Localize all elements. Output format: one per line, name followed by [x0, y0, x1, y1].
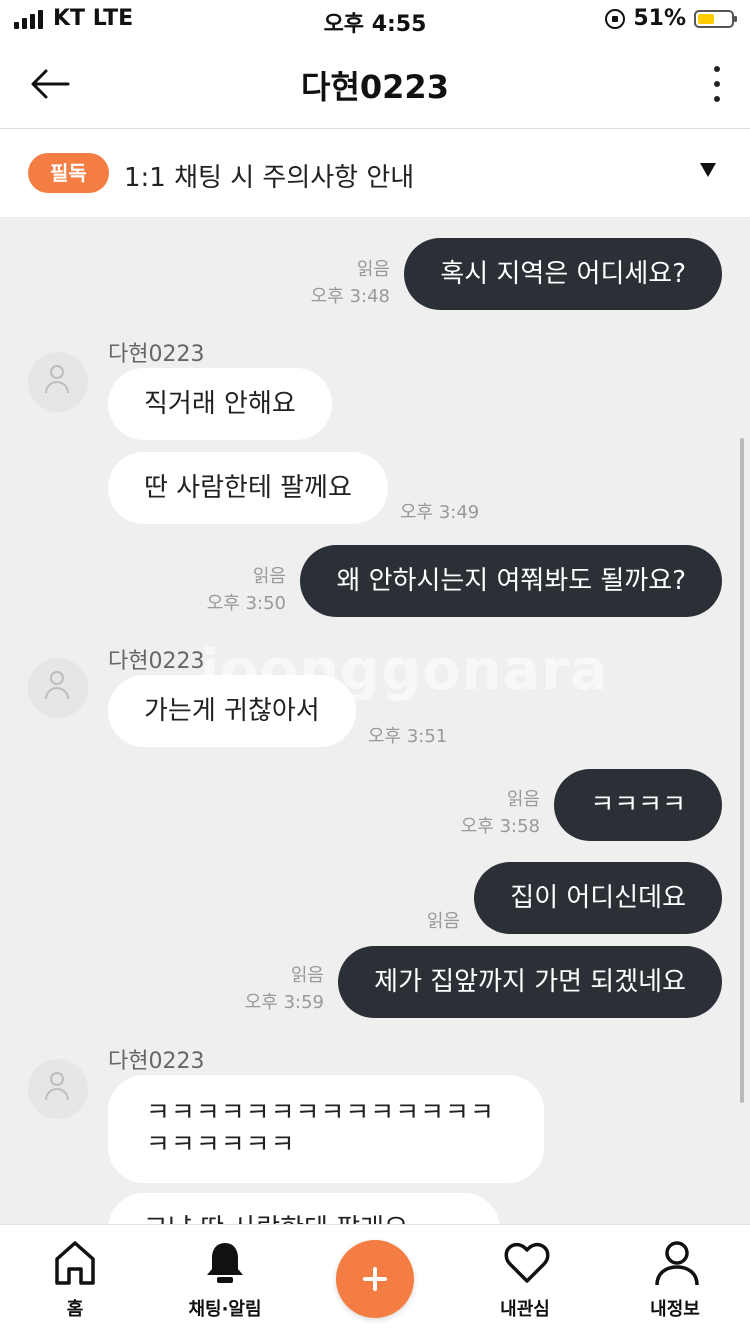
notice-badge: 필독 — [28, 153, 109, 193]
message-time: 오후 3:59 — [244, 992, 324, 1013]
avatar[interactable] — [28, 658, 88, 718]
my-message-bubble: 혹시 지역은 어디세요? — [404, 238, 722, 310]
user-icon — [50, 671, 64, 685]
tab-my-info[interactable]: 내정보 — [600, 1225, 750, 1335]
more-options-button[interactable] — [702, 62, 732, 106]
avatar[interactable] — [28, 1059, 88, 1119]
tab-home[interactable]: 홈 — [0, 1225, 150, 1335]
tab-favorites[interactable]: 내관심 — [450, 1225, 600, 1335]
read-status: 읽음 — [290, 965, 324, 986]
home-icon — [55, 1241, 95, 1285]
message-time: 오후 3:49 — [400, 502, 480, 523]
sender-name: 다현0223 — [108, 342, 205, 367]
orientation-lock-icon — [605, 8, 626, 29]
scrollbar[interactable] — [740, 438, 744, 1103]
read-status: 읽음 — [356, 259, 390, 280]
triangle-down-icon[interactable] — [700, 163, 716, 177]
chat-area[interactable]: joonggonara 읽음 오후 3:48 혹시 지역은 어디세요? 다현02… — [0, 218, 750, 1224]
my-message-bubble: 왜 안하시는지 여쭤봐도 될까요? — [300, 545, 722, 617]
more-vertical-icon — [714, 66, 720, 72]
message-time: 오후 3:50 — [206, 593, 286, 614]
my-message-bubble: 집이 어디신데요 — [474, 862, 722, 934]
tab-label: 내관심 — [500, 1299, 550, 1320]
read-status: 읽음 — [252, 566, 286, 587]
battery-icon — [694, 9, 737, 28]
their-message-bubble: 그냥 딴 사람한테 팔래요 — [108, 1193, 500, 1224]
heart-icon — [504, 1242, 550, 1283]
message-meta: 읽음 오후 3:48 — [311, 256, 390, 310]
message-time: 오후 3:51 — [368, 726, 448, 747]
my-message-bubble: 제가 집앞까지 가면 되겠네요 — [338, 946, 722, 1018]
tab-label: 홈 — [66, 1299, 84, 1320]
my-message-bubble: ㅋㅋㅋㅋ — [554, 769, 722, 841]
tab-chat-alerts[interactable]: 채팅·알림 — [150, 1225, 300, 1335]
message-time: 오후 3:48 — [310, 286, 390, 307]
tab-label: 채팅·알림 — [188, 1299, 262, 1320]
battery-percent: 51% — [633, 6, 686, 31]
user-icon — [50, 365, 64, 379]
their-message-bubble: ㅋㅋㅋㅋㅋㅋㅋㅋㅋㅋㅋㅋㅋㅋㅋㅋㅋㅋㅋㅋ — [108, 1075, 544, 1183]
read-status: 읽음 — [426, 911, 460, 932]
chat-header: 다현0223 — [0, 40, 750, 129]
their-message-bubble: 가는게 귀찮아서 — [108, 675, 356, 747]
status-bar: KT LTE 오후 4:55 51% — [0, 0, 750, 40]
read-status: 읽음 — [506, 789, 540, 810]
notice-text: 1:1 채팅 시 주의사항 안내 — [124, 163, 415, 193]
status-right: 51% — [605, 6, 737, 31]
their-message-bubble: 딴 사람한테 팔께요 — [108, 452, 388, 524]
message-time: 오후 3:58 — [460, 816, 540, 837]
bell-icon — [207, 1243, 243, 1283]
notice-banner[interactable]: 필독 1:1 채팅 시 주의사항 안내 — [0, 129, 750, 217]
message-meta: 읽음 오후 3:50 — [207, 563, 286, 617]
user-icon — [50, 1072, 64, 1086]
their-message-bubble: 직거래 안해요 — [108, 368, 332, 440]
plus-icon[interactable] — [336, 1240, 414, 1318]
page-title: 다현0223 — [301, 68, 449, 106]
message-meta: 읽음 오후 3:58 — [461, 786, 540, 840]
sender-name: 다현0223 — [108, 649, 205, 674]
sender-name: 다현0223 — [108, 1049, 205, 1074]
message-meta: 읽음 오후 3:59 — [245, 962, 324, 1016]
avatar[interactable] — [28, 352, 88, 412]
tab-label: 내정보 — [650, 1299, 700, 1320]
user-icon — [655, 1241, 699, 1286]
